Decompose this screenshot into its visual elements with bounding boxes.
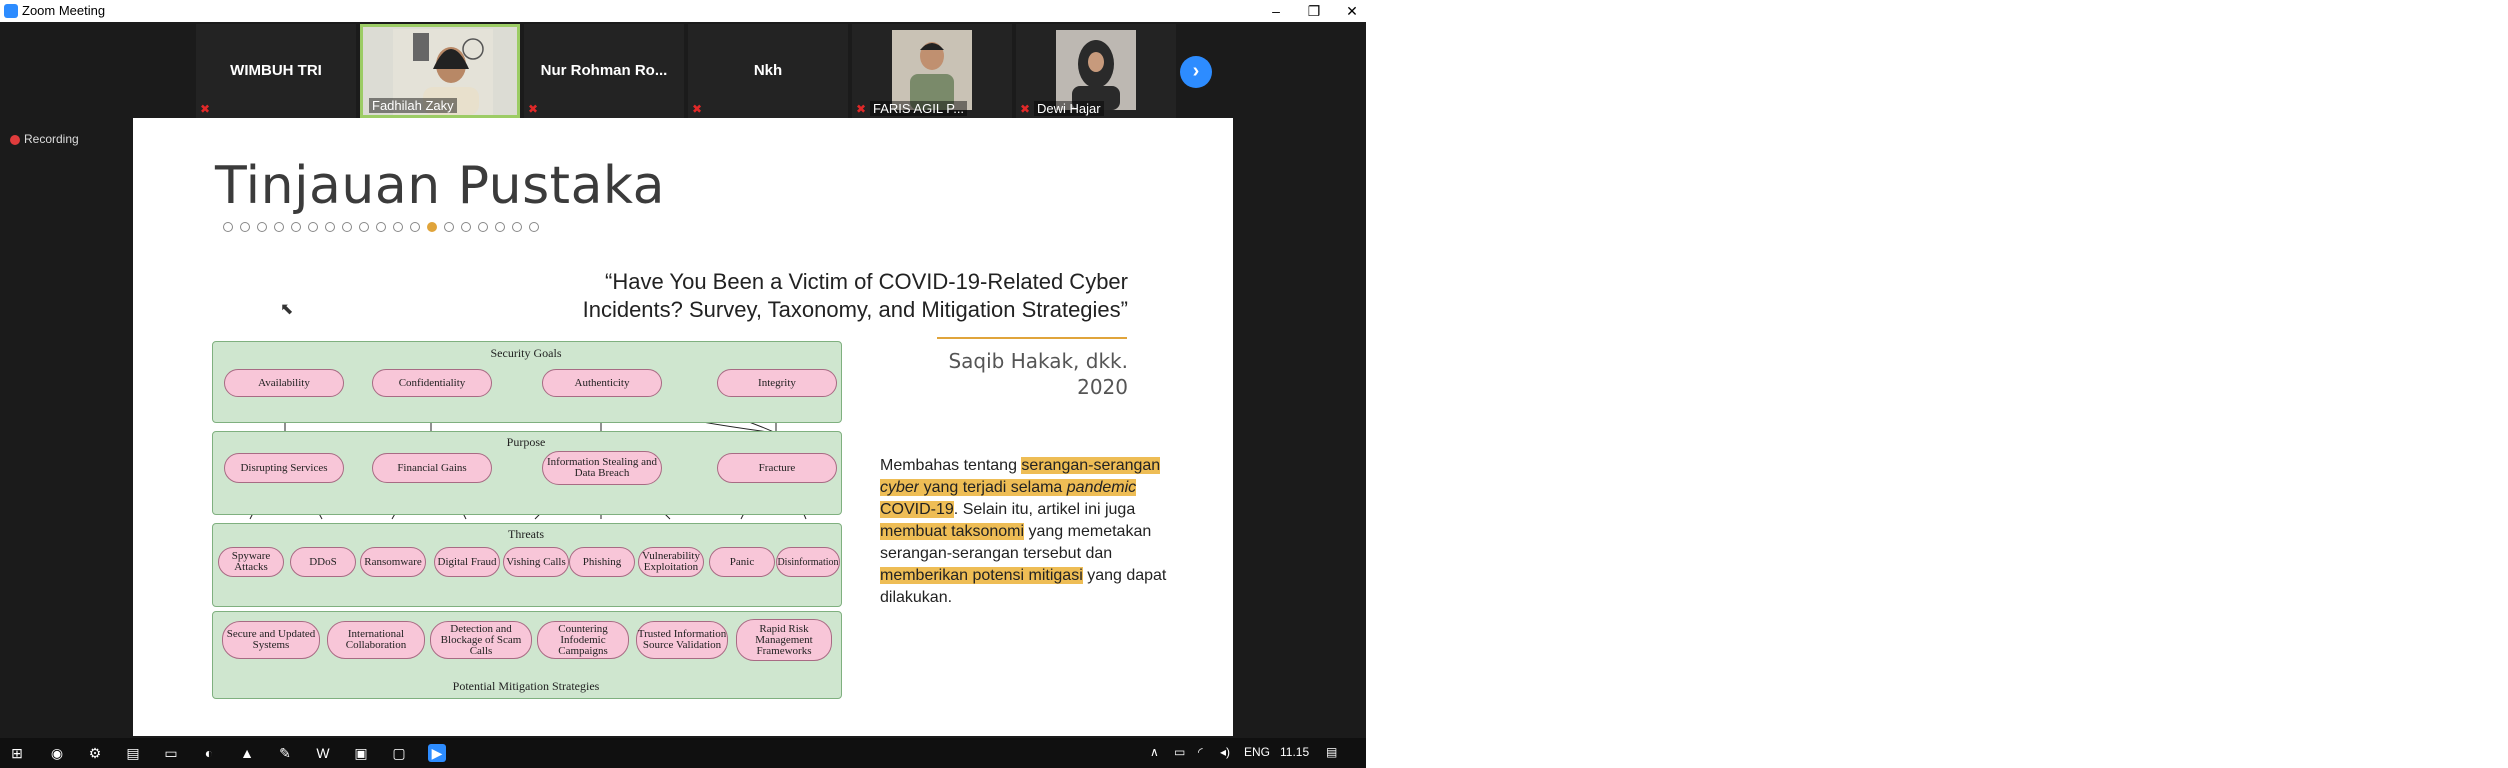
goal-pill: Availability xyxy=(224,369,344,397)
close-button[interactable]: ✕ xyxy=(1329,0,1375,22)
participant-video xyxy=(892,30,972,110)
notepad-icon[interactable]: ✎ xyxy=(276,744,294,762)
purpose-title: Purpose xyxy=(506,435,546,449)
mitigation-pill: Trusted Information Source Validation xyxy=(636,621,728,659)
paper-title-quote: “Have You Been a Victim of COVID-19-Rela… xyxy=(582,269,1128,322)
participant-tile[interactable]: ✖ Dewi Hajar xyxy=(1016,24,1176,118)
mic-muted-icon: ✖ xyxy=(856,102,867,116)
slide-description: Membahas tentang serangan-serangan cyber… xyxy=(880,457,1167,606)
slide-progress-dots xyxy=(223,219,546,237)
volume-icon[interactable]: ◂) xyxy=(1220,745,1230,759)
participant-name: WIMBUH TRI xyxy=(230,62,322,79)
mic-muted-icon: ✖ xyxy=(200,102,211,116)
threat-pill: Spyware Attacks xyxy=(218,547,284,577)
participant-tile-active-speaker[interactable]: Fadhilah Zaky xyxy=(360,24,520,118)
mitigation-title: Potential Mitigation Strategies xyxy=(452,679,600,693)
participant-tile[interactable]: WIMBUH TRI ✖ xyxy=(196,24,356,118)
goal-pill: Confidentiality xyxy=(372,369,492,397)
threat-pill: Disinformation xyxy=(776,547,840,577)
zoom-app: Zoom Meeting – ❐ ✕ WIMBUH TRI ✖ Fadhilah… xyxy=(0,0,1366,768)
taxonomy-diagram: Security Goals Availability Confidential… xyxy=(212,341,842,711)
threat-pill: Panic xyxy=(709,547,775,577)
paper-author: Saqib Hakak, dkk. 2020 xyxy=(948,348,1128,400)
wifi-icon[interactable]: ◜ xyxy=(1198,745,1203,759)
participant-name: Dewi Hajar xyxy=(1034,101,1104,116)
tray-chevron-icon[interactable]: ∧ xyxy=(1150,745,1159,759)
threat-pill: Vulnerability Exploitation xyxy=(638,547,704,577)
divider xyxy=(937,337,1127,339)
terminal-icon[interactable]: ▣ xyxy=(352,744,370,762)
clock[interactable]: 11.15 xyxy=(1280,745,1309,759)
threat-pill: DDoS xyxy=(290,547,356,577)
chrome-icon[interactable]: ◉ xyxy=(48,744,66,762)
mouse-pointer-icon: ⬉ xyxy=(280,301,294,318)
windows-start-icon[interactable]: ⊞ xyxy=(8,744,26,762)
zoom-taskbar-icon[interactable]: ▶ xyxy=(428,744,446,762)
gallery-strip: WIMBUH TRI ✖ Fadhilah Zaky Nur Rohman Ro… xyxy=(196,24,1176,118)
firefox-icon[interactable]: ◐ xyxy=(200,744,218,762)
recording-label: Recording xyxy=(24,132,79,146)
purpose-pill: Fracture xyxy=(717,453,837,483)
mitigation-pill: International Collaboration xyxy=(327,621,425,659)
record-icon xyxy=(10,134,20,145)
window-title: Zoom Meeting xyxy=(22,3,106,18)
shared-slide: Tinjauan Pustaka ⬉ “Have You Been a Vict… xyxy=(133,118,1233,736)
file-explorer-icon[interactable]: ▭ xyxy=(162,744,180,762)
app-icon[interactable]: ▤ xyxy=(124,744,142,762)
threat-pill: Ransomware xyxy=(360,547,426,577)
mitigation-pill: Rapid Risk Management Frameworks xyxy=(736,619,832,661)
battery-icon[interactable]: ▭ xyxy=(1174,745,1185,759)
notifications-icon[interactable]: ▤ xyxy=(1326,745,1337,759)
zoom-logo-icon xyxy=(4,4,18,18)
mic-muted-icon: ✖ xyxy=(1020,102,1031,116)
mitigation-pill: Countering Infodemic Campaigns xyxy=(537,621,629,659)
pdf-reader-icon[interactable]: ▲ xyxy=(238,744,256,762)
threat-pill: Phishing xyxy=(569,547,635,577)
goal-pill: Integrity xyxy=(717,369,837,397)
participant-name: Fadhilah Zaky xyxy=(369,98,457,113)
purpose-pill: Information Stealing and Data Breach xyxy=(542,451,662,485)
threat-pill: Vishing Calls xyxy=(503,547,569,577)
network-tool-icon[interactable]: ⚙ xyxy=(86,744,104,762)
purpose-pill: Financial Gains xyxy=(372,453,492,483)
title-bar: Zoom Meeting – ❐ ✕ xyxy=(0,0,1366,22)
purpose-pill: Disrupting Services xyxy=(224,453,344,483)
participant-video xyxy=(1056,30,1136,110)
threats-title: Threats xyxy=(508,527,544,541)
document-icon[interactable]: ▢ xyxy=(390,744,408,762)
language-indicator[interactable]: ENG xyxy=(1244,745,1270,759)
taskbar: ⊞ ◉ ⚙ ▤ ▭ ◐ ▲ ✎ W ▣ ▢ ▶ ∧ ▭ ◜ ◂) ENG 11.… xyxy=(0,738,1366,768)
participant-name: Nur Rohman Ro... xyxy=(540,62,668,79)
participant-tile[interactable]: ✖ FARIS AGIL P... xyxy=(852,24,1012,118)
participant-name: Nkh xyxy=(753,62,783,79)
participant-name: FARIS AGIL P... xyxy=(870,101,968,116)
mitigation-pill: Secure and Updated Systems xyxy=(222,621,320,659)
slide-title: Tinjauan Pustaka xyxy=(215,156,665,216)
goal-pill: Authenticity xyxy=(542,369,662,397)
participant-tile[interactable]: Nur Rohman Ro... ✖ xyxy=(524,24,684,118)
threat-pill: Digital Fraud xyxy=(434,547,500,577)
mic-muted-icon: ✖ xyxy=(528,102,539,116)
next-page-button[interactable]: › xyxy=(1180,56,1212,88)
security-goals-title: Security Goals xyxy=(490,346,562,360)
participant-tile[interactable]: Nkh ✖ xyxy=(688,24,848,118)
mic-muted-icon: ✖ xyxy=(692,102,703,116)
mitigation-pill: Detection and Blockage of Scam Calls xyxy=(430,621,532,659)
word-icon[interactable]: W xyxy=(314,744,332,762)
recording-indicator[interactable]: Recording xyxy=(10,132,79,146)
author-name: Saqib Hakak, dkk. xyxy=(948,349,1128,373)
publication-year: 2020 xyxy=(1077,375,1128,399)
